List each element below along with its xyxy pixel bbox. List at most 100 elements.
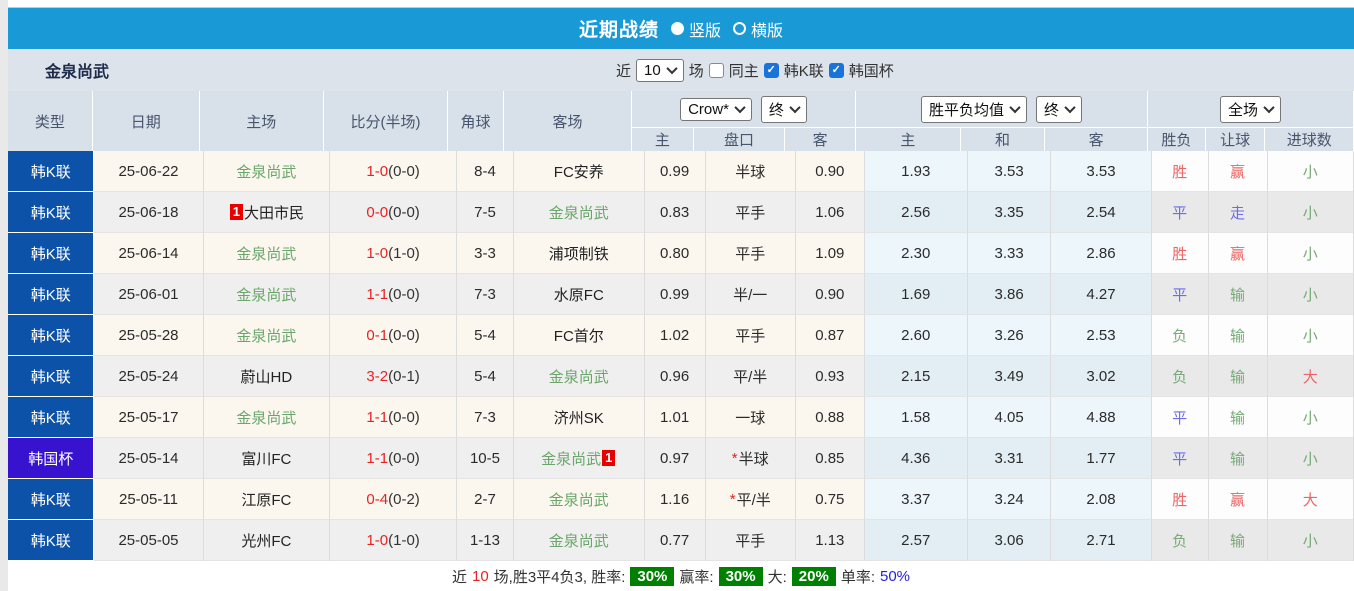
radio-unselected-icon[interactable] <box>733 22 746 35</box>
home-team-link[interactable]: 金泉尚武 <box>236 325 296 346</box>
radio-horizontal-layout[interactable]: 横版 <box>733 17 783 41</box>
handicap-line-text: 平手 <box>735 532 766 550</box>
handicap-line-cell: 半/一 <box>705 274 796 315</box>
handicap-away-odds-cell: 1.09 <box>795 233 865 274</box>
handicap-away-odds-cell: 1.06 <box>795 192 865 233</box>
korea-cup-label[interactable]: 韩国杯 <box>849 60 894 81</box>
avg-draw-odds-cell: 3.33 <box>967 233 1052 274</box>
bookmaker-select[interactable]: Crow* <box>680 97 752 121</box>
result-cell: 负 <box>1151 356 1209 397</box>
handicap-home-odds-cell: 0.77 <box>644 520 706 561</box>
radio-selected-icon[interactable] <box>670 22 684 35</box>
score-cell: 0-4 (0-2) <box>330 479 457 520</box>
halftime-score: (0-0) <box>388 408 420 426</box>
away-team-link[interactable]: 金泉尚武 <box>541 448 601 469</box>
away-team-cell: 金泉尚武 <box>513 192 645 233</box>
avg-away-odds-cell: 2.71 <box>1051 520 1152 561</box>
away-team-cell: 金泉尚武 1 <box>513 438 645 479</box>
handicap-line-text: 半球 <box>738 450 769 468</box>
avg-draw-odds-cell: 3.86 <box>967 274 1052 315</box>
home-team-link[interactable]: 江原FC <box>241 489 291 510</box>
avg-draw-odds-cell: 3.53 <box>967 151 1052 192</box>
home-team-link[interactable]: 大田市民 <box>244 202 304 223</box>
away-team-link[interactable]: 济州SK <box>554 407 604 428</box>
league-cell: 韩K联 <box>8 397 95 438</box>
corners-cell: 3-3 <box>456 233 514 274</box>
avg-home-odds-cell: 1.93 <box>864 151 968 192</box>
col-header-date: 日期 <box>93 91 200 151</box>
away-team-link[interactable]: 金泉尚武 <box>549 366 609 387</box>
handicap-line-cell: 平手 <box>705 233 796 274</box>
handicap-result-cell: 输 <box>1208 438 1268 479</box>
results-group: 全场 胜负 让球 进球数 <box>1148 91 1354 151</box>
goals-result-cell: 小 <box>1267 274 1354 315</box>
scope-select-value: 全场 <box>1228 101 1259 119</box>
scope-select[interactable]: 全场 <box>1220 95 1282 123</box>
handicap-home-odds-cell: 0.83 <box>644 192 706 233</box>
handicap-home-odds-cell: 0.80 <box>644 233 706 274</box>
win-rate-badge: 30% <box>630 566 675 586</box>
table-row: 韩K联 25-05-05 光州FC 1-0 (1-0) 1-13 金泉尚武 0.77 平手 1.1… <box>8 520 1354 561</box>
away-team-link[interactable]: FC安养 <box>554 161 604 182</box>
away-team-link[interactable]: 金泉尚武 <box>549 202 609 223</box>
avg-draw-odds-cell: 3.26 <box>967 315 1052 356</box>
korea-cup-checkbox[interactable] <box>828 62 844 78</box>
avg-away-odds-cell: 3.02 <box>1051 356 1152 397</box>
handicap-result-cell: 输 <box>1208 356 1268 397</box>
handicap-line-cell: 平手 <box>705 192 796 233</box>
away-team-link[interactable]: 金泉尚武 <box>549 530 609 551</box>
handicap-away-odds-cell: 0.85 <box>795 438 865 479</box>
date-cell: 25-05-14 <box>94 438 204 479</box>
match-count-value: 10 <box>644 61 661 79</box>
chevron-down-icon <box>666 62 678 75</box>
date-cell: 25-05-28 <box>94 315 204 356</box>
away-team-link[interactable]: 金泉尚武 <box>549 489 609 510</box>
avg-odds-select[interactable]: 胜平负均值 <box>921 95 1028 123</box>
home-team-link[interactable]: 金泉尚武 <box>236 407 296 428</box>
col-header-away: 客场 <box>504 91 633 151</box>
result-cell: 平 <box>1151 397 1209 438</box>
avg-away-odds-cell: 2.53 <box>1051 315 1152 356</box>
handicap-result-cell: 走 <box>1208 192 1268 233</box>
home-team-link[interactable]: 光州FC <box>241 530 291 551</box>
col-header-hcp-home: 主 <box>632 128 694 151</box>
avg-home-odds-cell: 3.37 <box>864 479 968 520</box>
home-team-link[interactable]: 金泉尚武 <box>236 284 296 305</box>
team-name: 金泉尚武 <box>45 64 110 81</box>
near-text: 近 <box>451 568 467 586</box>
halftime-score: (0-0) <box>388 449 420 467</box>
home-team-link[interactable]: 富川FC <box>241 448 291 469</box>
filters-group: 近 10 场 同主 韩K联 韩国杯 <box>616 49 894 91</box>
home-team-link[interactable]: 金泉尚武 <box>236 161 296 182</box>
match-count-select[interactable]: 10 <box>636 58 684 82</box>
avg-home-odds-cell: 2.56 <box>864 192 968 233</box>
same-home-label[interactable]: 同主 <box>729 60 759 81</box>
away-team-link[interactable]: FC首尔 <box>554 325 604 346</box>
league-cell: 韩K联 <box>8 192 95 233</box>
away-team-link[interactable]: 浦项制铁 <box>549 243 609 264</box>
bookmaker-select-value: Crow* <box>688 100 729 118</box>
fulltime-score: 0-1 <box>366 326 389 344</box>
avg-draw-odds-cell: 3.35 <box>967 192 1052 233</box>
kleague-label[interactable]: 韩K联 <box>784 60 824 81</box>
avg-time-select[interactable]: 终 <box>1036 95 1083 123</box>
corners-cell: 7-5 <box>456 192 514 233</box>
handicap-line-text: 平/半 <box>733 368 768 386</box>
corners-cell: 1-13 <box>456 520 514 561</box>
handicap-time-select[interactable]: 终 <box>760 95 807 123</box>
goals-result-cell: 小 <box>1267 315 1354 356</box>
same-home-checkbox[interactable] <box>708 62 724 78</box>
radio-vertical-label[interactable]: 竖版 <box>689 17 721 41</box>
home-team-link[interactable]: 金泉尚武 <box>236 243 296 264</box>
away-team-link[interactable]: 水原FC <box>554 284 604 305</box>
radio-vertical-layout[interactable]: 竖版 <box>670 17 721 41</box>
goals-result-cell: 小 <box>1267 151 1354 192</box>
corners-cell: 5-4 <box>456 315 514 356</box>
avg-time-value: 终 <box>1044 101 1060 119</box>
home-team-link[interactable]: 蔚山HD <box>241 366 293 387</box>
handicap-line-cell: 半球 <box>705 151 796 192</box>
avg-away-odds-cell: 2.08 <box>1051 479 1152 520</box>
radio-horizontal-label[interactable]: 横版 <box>751 17 783 41</box>
big-rate-badge: 20% <box>791 566 836 586</box>
kleague-checkbox[interactable] <box>763 62 779 78</box>
